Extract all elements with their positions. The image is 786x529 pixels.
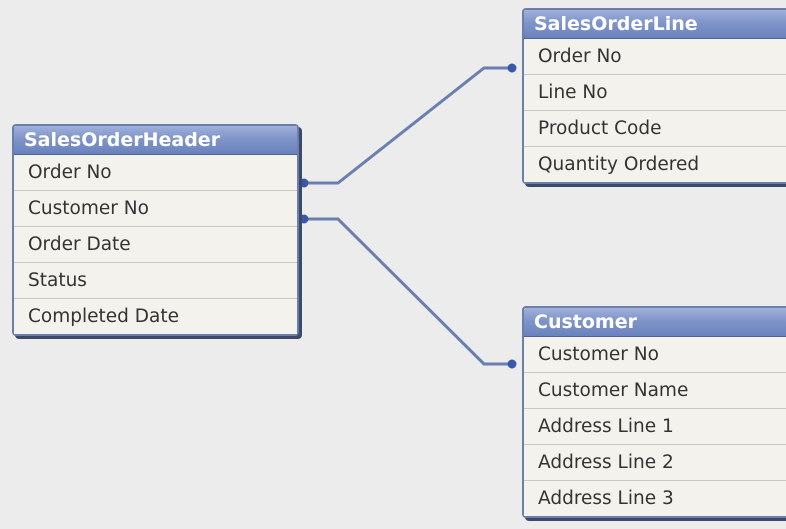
link-order-no[interactable]	[306, 66, 511, 185]
table-title[interactable]: Customer	[524, 308, 786, 337]
field-address-line-3[interactable]: Address Line 3	[524, 481, 786, 516]
field-customer-no[interactable]: Customer No	[524, 337, 786, 373]
table-sales-order-header[interactable]: SalesOrderHeader Order No Customer No Or…	[12, 124, 299, 336]
table-sales-order-line[interactable]: SalesOrderLine Order No Line No Product …	[522, 8, 786, 184]
table-title[interactable]: SalesOrderHeader	[14, 126, 297, 155]
field-list: Order No Line No Product Code Quantity O…	[524, 39, 786, 182]
field-order-date[interactable]: Order Date	[14, 227, 297, 263]
field-customer-name[interactable]: Customer Name	[524, 373, 786, 409]
link-customer-no[interactable]	[306, 217, 511, 366]
table-customer[interactable]: Customer Customer No Customer Name Addre…	[522, 306, 786, 518]
table-title[interactable]: SalesOrderLine	[524, 10, 786, 39]
connector-dot-customer-customer-no	[507, 359, 517, 369]
field-completed-date[interactable]: Completed Date	[14, 299, 297, 334]
field-list: Customer No Customer Name Address Line 1…	[524, 337, 786, 516]
connector-dot-header-order-no	[299, 178, 309, 188]
field-list: Order No Customer No Order Date Status C…	[14, 155, 297, 334]
connector-dot-header-customer-no	[299, 214, 309, 224]
schema-diagram: SalesOrderHeader Order No Customer No Or…	[0, 0, 786, 529]
field-product-code[interactable]: Product Code	[524, 111, 786, 147]
field-customer-no[interactable]: Customer No	[14, 191, 297, 227]
field-address-line-1[interactable]: Address Line 1	[524, 409, 786, 445]
field-line-no[interactable]: Line No	[524, 75, 786, 111]
connector-dot-line-order-no	[507, 63, 517, 73]
field-address-line-2[interactable]: Address Line 2	[524, 445, 786, 481]
field-order-no[interactable]: Order No	[524, 39, 786, 75]
field-order-no[interactable]: Order No	[14, 155, 297, 191]
field-quantity-ordered[interactable]: Quantity Ordered	[524, 147, 786, 182]
field-status[interactable]: Status	[14, 263, 297, 299]
